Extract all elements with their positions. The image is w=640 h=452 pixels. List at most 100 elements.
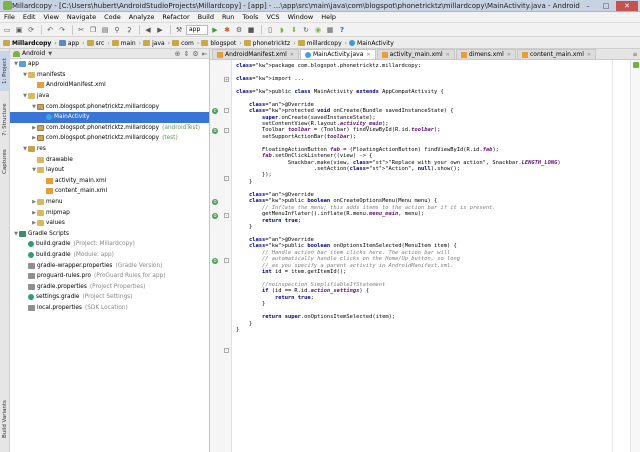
sync-scroll-icon[interactable]: ⊕ <box>173 50 182 58</box>
sync-icon[interactable]: ⟳ <box>26 25 36 35</box>
attach-icon[interactable]: ⚙ <box>234 25 244 35</box>
menu-help[interactable]: Help <box>317 13 340 21</box>
collapse-all-icon[interactable]: ⇕ <box>182 50 191 58</box>
close-tab-icon[interactable]: ✕ <box>587 52 591 58</box>
code-editor[interactable]: + c - o - o - o - o - - class="kw">packa… <box>210 60 640 452</box>
fold-marker-icon[interactable]: - <box>224 258 229 263</box>
breadcrumb-blogspot[interactable]: blogspot › <box>201 40 242 47</box>
help-icon[interactable]: ? <box>337 25 347 35</box>
breadcrumb-project[interactable]: Millardcopy › <box>3 40 57 47</box>
tree-item[interactable]: gradle.properties (Project Properties) <box>10 281 209 292</box>
tab-list-icon[interactable]: ≡ <box>630 51 640 58</box>
find-icon[interactable]: ⚲ <box>112 25 122 35</box>
tree-item[interactable]: build.gradle (Project: Millardcopy) <box>10 239 209 250</box>
tree-item[interactable]: ▶ menu <box>10 197 209 208</box>
run-icon[interactable]: ▶ <box>210 25 220 35</box>
close-button[interactable]: ✕ <box>616 0 638 11</box>
project-view-select[interactable]: Android <box>22 50 45 57</box>
menu-run[interactable]: Run <box>218 13 238 21</box>
tree-item[interactable]: ▶ mipmap <box>10 207 209 218</box>
avd-manager-icon[interactable]: ◗ <box>277 25 287 35</box>
tree-item[interactable]: ▼ java <box>10 91 209 102</box>
hide-panel-icon[interactable]: ⇤ <box>200 50 209 58</box>
captures-tool-tab[interactable]: Captures <box>0 145 10 179</box>
tree-item[interactable]: ▼ app <box>10 59 209 70</box>
editor-tab[interactable]: activity_main.xml ✕ <box>376 49 455 59</box>
project-tool-tab[interactable]: 1: Project <box>0 51 10 91</box>
breadcrumb-java[interactable]: java › <box>143 40 170 47</box>
sync-gradle-icon[interactable]: ↻ <box>301 25 311 35</box>
tree-item[interactable]: ▼ manifests <box>10 70 209 81</box>
menu-analyze[interactable]: Analyze <box>125 13 159 21</box>
tree-item[interactable]: ▶ values <box>10 218 209 229</box>
replace-icon[interactable]: ⚳ <box>124 25 134 35</box>
tree-item[interactable]: MainActivity <box>10 111 209 123</box>
tree-item[interactable]: ▶ com.blogspot.phonetricktz.millardcopy (t… <box>10 133 209 144</box>
breadcrumb-phonetricktz[interactable]: phonetricktz › <box>243 40 296 47</box>
save-icon[interactable]: ▣ <box>14 25 24 35</box>
fold-marker-icon[interactable]: - <box>224 348 229 353</box>
tree-item[interactable]: content_main.xml <box>10 186 209 197</box>
menu-refactor[interactable]: Refactor <box>158 13 193 21</box>
override-icon[interactable]: o <box>212 213 218 219</box>
override-icon[interactable]: o <box>212 199 218 205</box>
sdk-manager-icon[interactable]: ⬇ <box>289 25 299 35</box>
menu-vcs[interactable]: VCS <box>262 13 283 21</box>
menu-edit[interactable]: Edit <box>19 13 40 21</box>
breadcrumb-millardcopy[interactable]: millardcopy › <box>297 40 347 47</box>
menu-window[interactable]: Window <box>284 13 318 21</box>
breadcrumb-mainactivity[interactable]: MainActivity <box>349 40 394 47</box>
structure-tool-tab[interactable]: 7: Structure <box>0 99 10 141</box>
paste-icon[interactable]: ▤ <box>100 25 110 35</box>
override-icon[interactable]: o <box>212 128 218 134</box>
stop-icon[interactable]: ■ <box>246 25 256 35</box>
tree-item[interactable]: drawable <box>10 154 209 165</box>
breadcrumb-com[interactable]: com › <box>172 40 199 47</box>
editor-tab[interactable]: content_main.xml ✕ <box>516 49 597 59</box>
monitor-icon[interactable]: ◉ <box>313 25 323 35</box>
undo-icon[interactable]: ↶ <box>45 25 55 35</box>
editor-tab[interactable]: MainActivity.java ✕ <box>299 49 376 59</box>
fold-marker-icon[interactable]: - <box>224 213 229 218</box>
close-tab-icon[interactable]: ✕ <box>366 52 370 58</box>
make-icon[interactable]: ⚒ <box>174 25 184 35</box>
settings-gear-icon[interactable]: ⚙ <box>191 50 200 58</box>
fold-marker-icon[interactable]: - <box>224 176 229 181</box>
back-icon[interactable]: ◀ <box>143 25 153 35</box>
close-tab-icon[interactable]: ✕ <box>290 52 294 58</box>
source-code[interactable]: class="kw">package com.blogspot.phonetri… <box>236 63 628 333</box>
chevron-down-icon[interactable]: ▼ <box>48 51 52 57</box>
editor-tab[interactable]: dimens.xml ✕ <box>455 49 516 59</box>
breadcrumb-src[interactable]: src › <box>86 40 110 47</box>
tree-item[interactable]: local.properties (SDK Location) <box>10 303 209 314</box>
fold-marker-icon[interactable]: + <box>224 77 229 82</box>
copy-icon[interactable]: ❐ <box>88 25 98 35</box>
open-icon[interactable]: ▭ <box>2 25 12 35</box>
fold-marker-icon[interactable]: - <box>224 108 229 113</box>
menu-tools[interactable]: Tools <box>238 13 262 21</box>
tree-item[interactable]: gradle-wrapper.properties (Gradle Version… <box>10 260 209 271</box>
run-config-select[interactable]: app <box>186 24 208 35</box>
menu-navigate[interactable]: Navigate <box>63 13 100 21</box>
menu-view[interactable]: View <box>39 13 62 21</box>
tree-item[interactable]: ▼ res <box>10 144 209 155</box>
menu-build[interactable]: Build <box>194 13 218 21</box>
tree-item[interactable]: settings.gradle (Project Settings) <box>10 292 209 303</box>
tree-item[interactable]: build.gradle (Module: app) <box>10 250 209 261</box>
maximize-button[interactable]: □ <box>598 1 614 11</box>
override-icon[interactable]: o <box>212 258 218 264</box>
menu-code[interactable]: Code <box>100 13 125 21</box>
breadcrumb-main[interactable]: main › <box>111 40 141 47</box>
build-variants-tool-tab[interactable]: Build Variants <box>0 395 10 443</box>
debug-icon[interactable]: ✱ <box>222 25 232 35</box>
close-tab-icon[interactable]: ✕ <box>446 52 450 58</box>
tree-item[interactable]: ▶ com.blogspot.phonetricktz.millardcopy (a… <box>10 123 209 134</box>
tree-item[interactable]: ▼ Gradle Scripts <box>10 229 209 240</box>
forward-icon[interactable]: ▶ <box>155 25 165 35</box>
redo-icon[interactable]: ↷ <box>57 25 67 35</box>
tree-item[interactable]: AndroidManifest.xml <box>10 80 209 91</box>
tree-item[interactable]: proguard-rules.pro (ProGuard Rules for ap… <box>10 271 209 282</box>
minimize-button[interactable]: – <box>580 1 596 11</box>
cut-icon[interactable]: ✂ <box>76 25 86 35</box>
analysis-ok-icon[interactable] <box>633 62 639 68</box>
